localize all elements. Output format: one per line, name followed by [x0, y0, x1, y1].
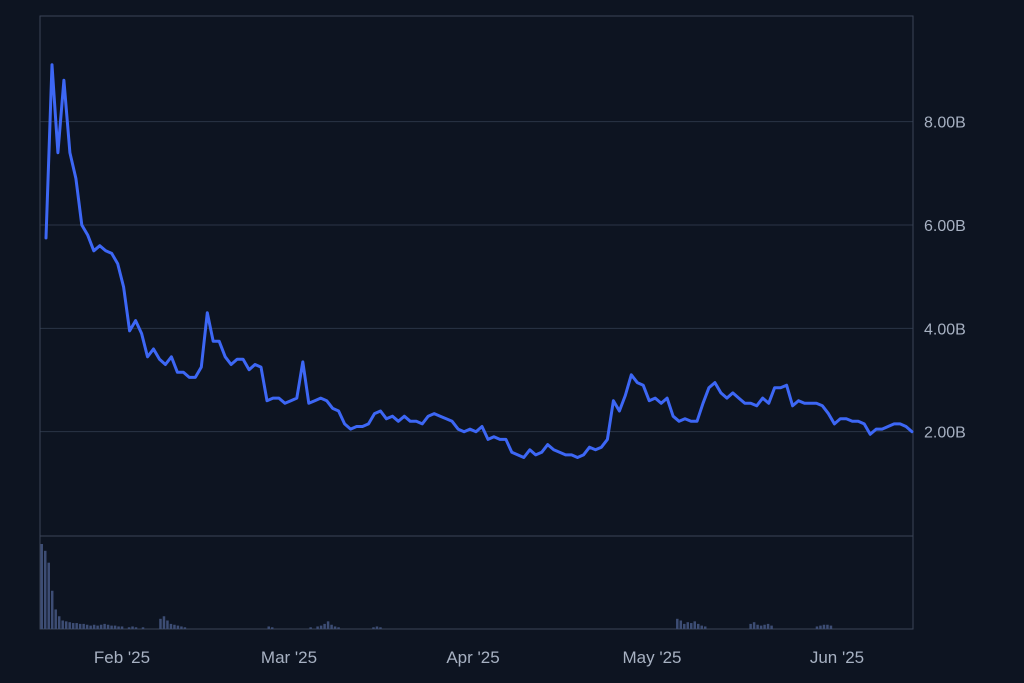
volume-bar — [309, 627, 311, 629]
volume-bar — [142, 627, 144, 629]
volume-bar — [687, 622, 689, 629]
chart-canvas: 8.00B 6.00B 4.00B 2.00B Feb '25 Mar '25 Apr '… — [0, 0, 1024, 683]
volume-bar — [128, 627, 130, 629]
x-tick-label: Jun '25 — [810, 648, 864, 667]
volume-bar — [337, 627, 339, 629]
volume-bar — [676, 619, 678, 629]
volume-bar — [683, 624, 685, 629]
volume-bar — [823, 625, 825, 629]
volume-bar — [680, 621, 682, 630]
volume-bar — [177, 626, 179, 629]
volume-bar — [107, 625, 109, 629]
volume-bar — [770, 626, 772, 629]
volume-bar — [379, 627, 381, 629]
y-tick-label: 6.00B — [924, 218, 966, 235]
volume-bar — [170, 624, 172, 629]
volume-bar — [753, 622, 755, 629]
chart-background — [0, 0, 1024, 683]
volume-bar — [173, 625, 175, 629]
volume-bar — [334, 626, 336, 629]
volume-bar — [323, 624, 325, 629]
volume-bar — [760, 626, 762, 629]
volume-bar — [704, 626, 706, 629]
volume-bar — [700, 626, 702, 629]
volume-bar — [271, 627, 273, 629]
volume-bar — [184, 627, 186, 629]
price-chart: 8.00B 6.00B 4.00B 2.00B Feb '25 Mar '25 Apr '… — [0, 0, 1024, 683]
volume-bar — [320, 626, 322, 629]
volume-bar — [103, 624, 105, 629]
volume-bar — [41, 544, 43, 629]
volume-bar — [68, 622, 70, 629]
y-tick-label: 8.00B — [924, 115, 966, 132]
x-tick-label: Feb '25 — [94, 648, 150, 667]
x-tick-label: Apr '25 — [446, 648, 499, 667]
volume-bar — [93, 625, 95, 629]
x-tick-label: Mar '25 — [261, 648, 317, 667]
volume-bar — [180, 626, 182, 629]
volume-bar — [135, 627, 137, 629]
volume-bar — [89, 626, 91, 629]
volume-bar — [110, 626, 112, 629]
volume-bar — [694, 621, 696, 629]
volume-bar — [767, 624, 769, 629]
volume-bar — [756, 625, 758, 629]
volume-bar — [65, 621, 67, 629]
volume-bar — [114, 626, 116, 629]
volume-bar — [86, 625, 88, 629]
y-tick-label: 4.00B — [924, 321, 966, 338]
volume-bar — [826, 625, 828, 629]
volume-bar — [79, 624, 81, 629]
volume-bar — [316, 626, 318, 629]
volume-bar — [163, 616, 165, 629]
volume-bar — [44, 551, 46, 629]
volume-bar — [376, 626, 378, 629]
volume-bar — [121, 626, 123, 629]
volume-bar — [82, 624, 84, 629]
volume-bar — [72, 623, 74, 629]
volume-bar — [47, 563, 49, 629]
volume-bar — [697, 624, 699, 629]
volume-bar — [763, 625, 765, 629]
volume-bar — [51, 591, 53, 629]
volume-bar — [58, 616, 60, 629]
volume-bar — [327, 621, 329, 629]
volume-bar — [61, 621, 63, 630]
volume-bar — [159, 619, 161, 629]
volume-bar — [117, 626, 119, 629]
volume-bar — [690, 623, 692, 629]
y-tick-label: 2.00B — [924, 425, 966, 442]
volume-bar — [830, 626, 832, 629]
volume-bar — [131, 626, 133, 629]
volume-bar — [75, 623, 77, 629]
volume-bar — [749, 624, 751, 629]
volume-bar — [819, 626, 821, 629]
volume-bar — [54, 609, 56, 629]
volume-bar — [330, 625, 332, 629]
volume-bar — [372, 627, 374, 629]
volume-bar — [166, 621, 168, 630]
x-tick-label: May '25 — [623, 648, 682, 667]
volume-bar — [816, 626, 818, 629]
volume-bar — [100, 625, 102, 629]
volume-bar — [96, 626, 98, 629]
volume-bar — [267, 626, 269, 629]
